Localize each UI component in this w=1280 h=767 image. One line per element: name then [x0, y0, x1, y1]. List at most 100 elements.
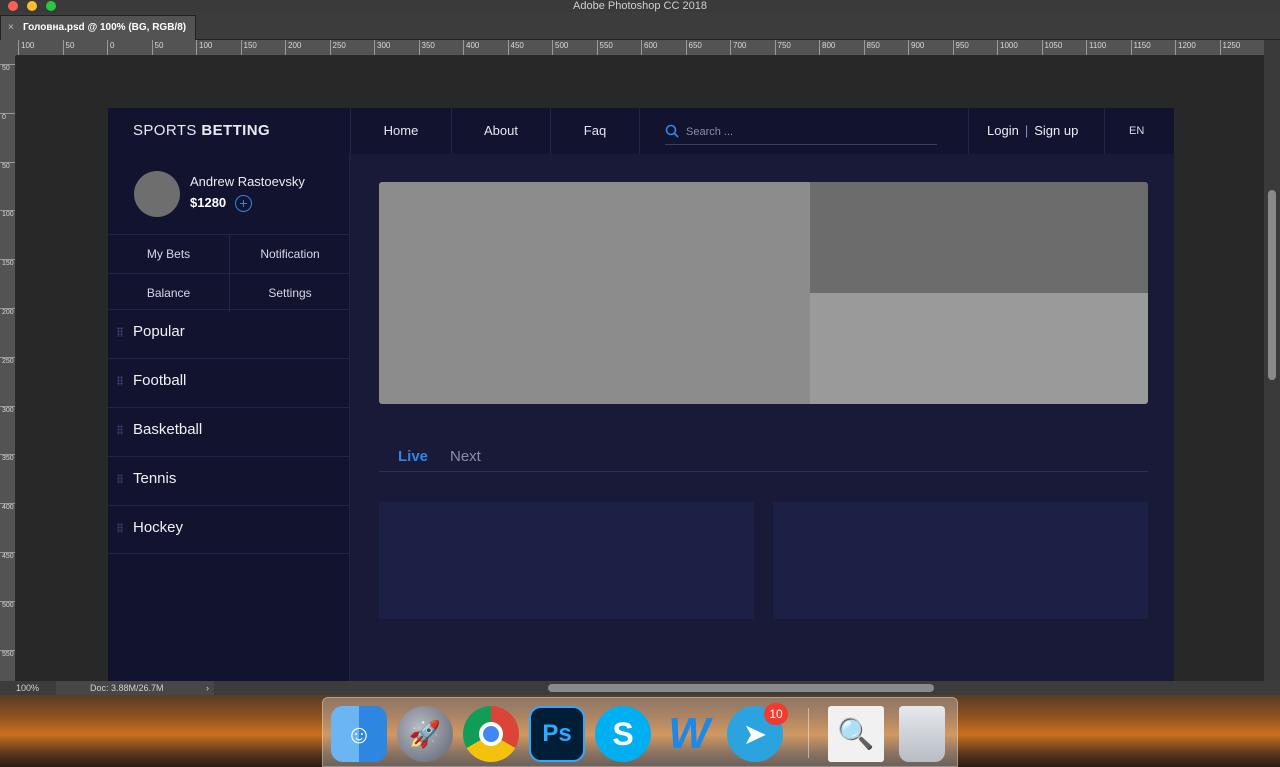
sidebar-item-popular[interactable]: Popular [108, 309, 350, 358]
tab-live[interactable]: Live [398, 448, 428, 465]
drag-handle-icon[interactable] [117, 474, 123, 484]
auth-links: Login | Sign up [987, 108, 1078, 154]
zoom-window-button[interactable] [46, 1, 56, 11]
event-card[interactable] [379, 502, 754, 619]
document-tab-label: Головна.psd @ 100% (BG, RGB/8) [23, 22, 187, 33]
ruler-tick-label: 400 [0, 503, 15, 511]
ruler-tick-label: 50 [62, 40, 74, 55]
ruler-tick-label: 700 [730, 40, 746, 55]
sidebar-item-basketball[interactable]: Basketball [108, 407, 350, 456]
ruler-tick-label: 100 [18, 40, 34, 55]
close-tab-icon[interactable]: × [8, 16, 14, 40]
ruler-tick-label: 100 [196, 40, 212, 55]
ruler-tick-label: 350 [0, 454, 15, 462]
nav-divider [639, 108, 640, 154]
search-box[interactable] [665, 123, 937, 145]
dock-separator [808, 708, 809, 758]
chrome-center [479, 722, 503, 746]
ruler-tick-label: 0 [0, 112, 15, 121]
launchpad-icon[interactable]: 🚀 [397, 706, 453, 762]
finder-icon[interactable]: ☺ [331, 706, 387, 762]
minimize-window-button[interactable] [27, 1, 37, 11]
ruler-tick-label: 200 [0, 308, 15, 316]
hero-banner-bottom-right[interactable] [810, 293, 1148, 404]
ruler-tick-label: 300 [374, 40, 390, 55]
drag-handle-icon[interactable] [117, 425, 123, 435]
ruler-tick-label: 50 [151, 40, 163, 55]
settings-button[interactable]: Settings [229, 273, 350, 312]
chrome-icon[interactable] [463, 706, 519, 762]
status-menu-arrow[interactable]: › [206, 681, 209, 695]
ruler-tick-label: 300 [0, 405, 15, 414]
ruler-tick-label: 650 [685, 40, 702, 55]
brand-bold-text: BETTING [201, 122, 271, 139]
document-tab-bar: × Головна.psd @ 100% (BG, RGB/8) [0, 12, 1280, 40]
ruler-tick-label: 600 [641, 40, 657, 55]
login-link[interactable]: Login [987, 123, 1019, 138]
close-window-button[interactable] [8, 1, 18, 11]
nav-faq[interactable]: Faq [551, 108, 639, 154]
user-name: Andrew Rastoevsky [190, 174, 305, 189]
vertical-scroll-thumb[interactable] [1268, 190, 1276, 380]
skype-icon[interactable]: S [595, 706, 651, 762]
hero-banner-top-right[interactable] [810, 182, 1148, 293]
ruler-tick-label: 550 [0, 649, 15, 658]
ruler-tick-label: 900 [908, 40, 924, 55]
document-size: Doc: 3.88M/26.7M [56, 681, 214, 695]
preview-icon[interactable]: 🔍 [828, 706, 884, 762]
search-input[interactable] [686, 123, 926, 141]
ruler-tick-label: 0 [107, 40, 114, 55]
ruler-tick-label: 150 [240, 40, 257, 55]
drag-handle-icon[interactable] [117, 327, 123, 337]
event-card[interactable] [773, 502, 1148, 619]
ruler-tick-label: 1200 [1175, 40, 1196, 55]
horizontal-ruler[interactable]: 100 50 0 50 100 150 200 250 300 350 400 450 500 550 60… [16, 40, 1264, 56]
sidebar-item-label: Basketball [133, 421, 203, 438]
signup-link[interactable]: Sign up [1034, 123, 1078, 138]
ruler-tick-label: 350 [418, 40, 435, 55]
vertical-scrollbar[interactable] [1264, 40, 1280, 681]
ruler-tick-label: 1100 [1086, 40, 1106, 55]
my-bets-button[interactable]: My Bets [108, 234, 229, 273]
nav-divider [968, 108, 969, 154]
ruler-tick-label: 750 [774, 40, 791, 55]
sidebar-item-football[interactable]: Football [108, 358, 350, 407]
window-titlebar: Adobe Photoshop CC 2018 [0, 0, 1280, 12]
ruler-tick-label: 100 [0, 210, 15, 218]
horizontal-scroll-thumb[interactable] [548, 684, 934, 692]
hero-banner-main[interactable] [379, 182, 810, 404]
drag-handle-icon[interactable] [117, 376, 123, 386]
sidebar: Andrew Rastoevsky $1280 + My Bets Notifi… [108, 154, 350, 681]
user-balance: $1280 [190, 195, 227, 210]
tab-next[interactable]: Next [450, 448, 481, 465]
zoom-level[interactable]: 100% [16, 681, 39, 695]
word-app-icon[interactable]: W [661, 706, 717, 762]
trash-icon[interactable] [899, 706, 945, 762]
site-logo[interactable]: SPORTS BETTING [133, 108, 270, 154]
vertical-ruler[interactable]: 50050100150200250300350400450500550600 [0, 56, 16, 681]
drag-handle-icon[interactable] [117, 523, 123, 533]
nav-about[interactable]: About [452, 108, 550, 154]
search-icon[interactable] [665, 124, 679, 138]
document-tab[interactable]: × Головна.psd @ 100% (BG, RGB/8) [0, 15, 196, 40]
language-selector[interactable]: EN [1129, 108, 1144, 154]
ruler-tick-label: 1150 [1130, 40, 1151, 55]
account-links: My Bets Notification Balance Settings [108, 234, 350, 312]
ruler-tick-label: 950 [952, 40, 969, 55]
ruler-tick-label: 800 [819, 40, 835, 55]
notification-button[interactable]: Notification [229, 234, 350, 273]
photoshop-icon[interactable]: Ps [529, 706, 585, 762]
add-funds-icon[interactable]: + [235, 195, 252, 212]
avatar[interactable] [134, 171, 180, 217]
sidebar-item-hockey[interactable]: Hockey [108, 505, 350, 554]
telegram-notification-badge: 10 [764, 703, 788, 725]
design-canvas[interactable]: SPORTS BETTING Home About Faq Login | Sign… [108, 108, 1174, 681]
auth-separator: | [1024, 123, 1029, 138]
ruler-tick-label: 450 [0, 552, 15, 560]
ruler-tick-label: 50 [0, 64, 15, 72]
ruler-tick-label: 250 [0, 356, 15, 365]
ruler-corner[interactable] [0, 40, 16, 56]
nav-home[interactable]: Home [351, 108, 451, 154]
balance-button[interactable]: Balance [108, 273, 229, 312]
sidebar-item-tennis[interactable]: Tennis [108, 456, 350, 505]
